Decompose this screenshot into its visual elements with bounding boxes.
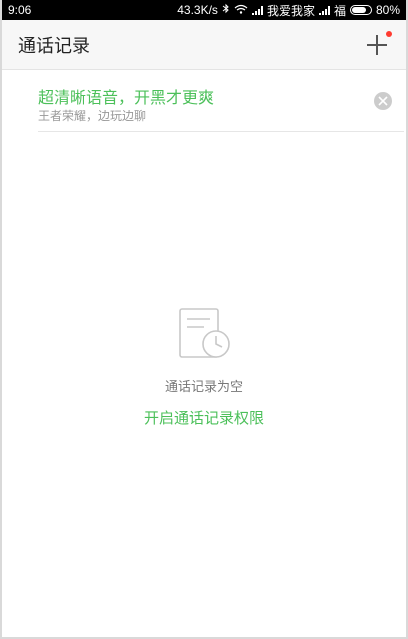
enable-permission-link[interactable]: 开启通话记录权限: [2, 407, 406, 428]
carrier-name-2: 福: [333, 3, 346, 18]
bluetooth-icon: [222, 3, 230, 17]
status-time: 9:06: [8, 3, 32, 17]
signal-icon-2: [318, 5, 330, 15]
carrier-name-1: 我爱我家: [266, 3, 315, 18]
signal-icon: [251, 5, 263, 15]
battery-icon: [349, 5, 372, 15]
close-icon[interactable]: [374, 92, 392, 110]
call-log-clock-icon: [176, 306, 234, 362]
promo-banner[interactable]: 超清晰语音，开黑才更爽 王者荣耀，边玩边聊: [38, 70, 404, 132]
notification-dot: [386, 30, 392, 37]
promo-subtitle: 王者荣耀，边玩边聊: [38, 109, 147, 123]
status-bar: 9:06 43.3K/s 我爱我家 福 80%: [2, 0, 406, 20]
page-title: 通话记录: [18, 35, 90, 57]
add-button[interactable]: [364, 30, 392, 58]
promo-title: 超清晰语音，开黑才更爽: [38, 88, 215, 107]
phone-screen: 9:06 43.3K/s 我爱我家 福 80% 通话记录 超清晰语音，开黑才更爽…: [0, 0, 408, 639]
net-speed: 43.3K/s: [177, 3, 218, 17]
status-indicators: 43.3K/s 我爱我家 福 80%: [177, 2, 400, 19]
app-header: 通话记录: [2, 20, 406, 70]
empty-message: 通话记录为空: [164, 380, 243, 395]
battery-percent: 80%: [375, 3, 400, 17]
wifi-icon: [234, 3, 248, 17]
